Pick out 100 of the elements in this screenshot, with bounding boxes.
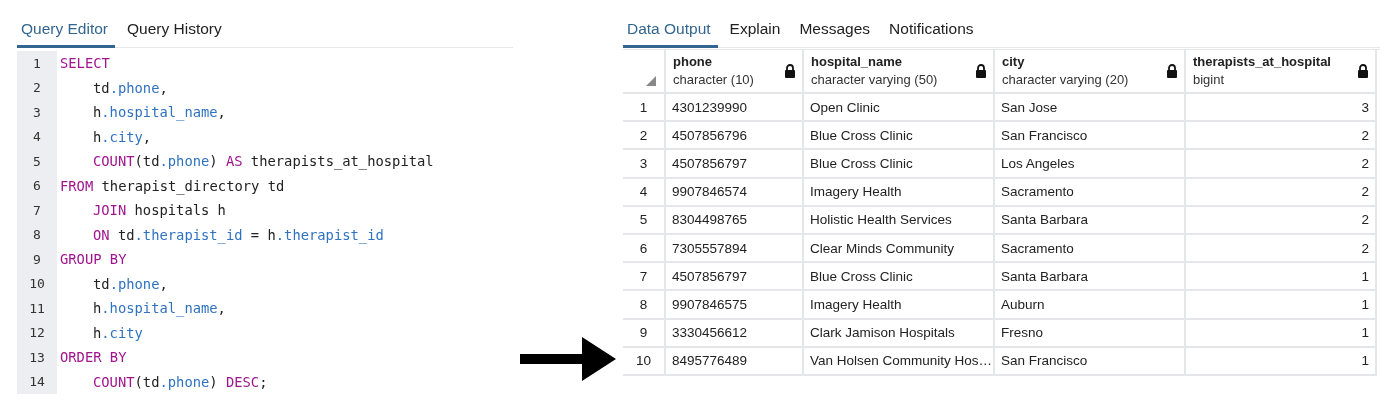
tab[interactable]: Query Editor [17,14,115,48]
table-cell: Sacramento [995,178,1186,207]
table-cell: San Francisco [995,122,1186,151]
line-number: 1 [17,51,57,76]
table-cell: Sacramento [995,234,1186,264]
code-line: GROUP BY [59,251,127,268]
line-number: 12 [17,320,57,345]
table-cell: Los Angeles [995,150,1186,179]
table-cell: 1 [1186,291,1377,320]
table-cell: Blue Cross Clinic [804,150,995,179]
table-cell: San Francisco [995,347,1186,376]
row-number: 10 [623,347,666,376]
table-cell: 1 [1186,263,1377,292]
row-number: 4 [623,178,666,207]
line-number: 8 [17,222,57,247]
code-line: h.city [92,324,143,341]
table-cell: 7305557894 [666,234,804,264]
table-cell: 8304498765 [666,206,804,235]
line-number: 3 [17,100,57,125]
arrow-icon [520,337,616,381]
line-number: 11 [17,296,57,321]
table-cell: 4507856797 [666,150,804,179]
code-line: td.phone, [92,275,168,292]
table-cell: 1 [1186,319,1377,348]
code-line: COUNT(td.phone) DESC; [92,373,268,390]
table-cell: San Jose [995,94,1186,123]
table-cell: Imagery Health [804,291,995,320]
tab[interactable]: Query History [123,14,229,48]
code-line: h.hospital_name, [92,300,226,317]
table-cell: Blue Cross Clinic [804,122,995,151]
lock-icon [1357,64,1369,78]
code-line: JOIN hospitals h [92,202,226,219]
table-cell: 4507856797 [666,263,804,292]
column-type: character varying (50) [811,71,938,89]
lock-icon [784,64,796,78]
code-line: COUNT(td.phone) AS therapists_at_hospital [92,153,434,170]
line-number: 14 [17,369,57,394]
column-header[interactable]: city character varying (20) [995,50,1186,94]
column-type: character varying (20) [1002,71,1129,89]
column-header[interactable]: therapists_at_hospital bigint [1186,50,1377,94]
table-cell: Clear Minds Community [804,234,995,264]
corner-triangle-icon [646,76,656,86]
table-cell: Clark Jamison Hospitals [804,319,995,348]
table-cell: 4507856796 [666,122,804,151]
column-name: phone [673,53,713,71]
row-number: 5 [623,206,666,235]
tab[interactable]: Explain [725,14,788,48]
table-cell: 2 [1186,234,1377,264]
line-number: 4 [17,124,57,149]
line-number: 2 [17,75,57,100]
table-cell: Blue Cross Clinic [804,263,995,292]
table-cell: Fresno [995,319,1186,348]
table-cell: Holistic Health Services [804,206,995,235]
line-number: 5 [17,149,57,174]
row-number: 7 [623,263,666,292]
tab[interactable]: Notifications [885,14,981,48]
column-name: hospital_name [811,53,904,71]
table-cell: 2 [1186,206,1377,235]
column-header[interactable]: phone character (10) [666,50,804,94]
table-cell: 9907846574 [666,178,804,207]
line-number: 13 [17,345,57,370]
table-cell: 4301239990 [666,94,804,123]
row-number: 3 [623,150,666,179]
line-number: 10 [17,271,57,296]
column-type: bigint [1193,71,1226,89]
table-cell: 8495776489 [666,347,804,376]
column-name: city [1002,53,1026,71]
code-line: FROM therapist_directory td [59,177,285,194]
table-cell: Santa Barbara [995,206,1186,235]
table-cell: 2 [1186,150,1377,179]
table-cell: Open Clinic [804,94,995,123]
column-name: therapists_at_hospital [1193,53,1331,71]
table-cell: 2 [1186,178,1377,207]
table-cell: 2 [1186,122,1377,151]
row-number: 2 [623,122,666,151]
table-cell: 3 [1186,94,1377,123]
code-line: td.phone, [92,79,168,96]
code-line: SELECT [59,55,110,72]
row-number: 9 [623,319,666,348]
row-number: 6 [623,234,666,264]
table-cell: Santa Barbara [995,263,1186,292]
tab[interactable]: Messages [795,14,878,48]
line-number: 6 [17,173,57,198]
lock-icon [1166,64,1178,78]
lock-icon [975,64,987,78]
line-number: 7 [17,198,57,223]
column-type: character (10) [673,71,754,89]
code-line: ORDER BY [59,349,127,366]
row-number: 8 [623,291,666,320]
line-number: 9 [17,247,57,272]
tab[interactable]: Data Output [623,14,718,48]
code-line: h.city, [92,128,152,145]
table-cell: 3330456612 [666,319,804,348]
table-cell: Van Holsen Community Hos… [804,347,995,376]
table-cell: 1 [1186,347,1377,376]
table-cell: Auburn [995,291,1186,320]
column-header[interactable]: hospital_name character varying (50) [804,50,995,94]
row-number: 1 [623,94,666,123]
table-cell: Imagery Health [804,178,995,207]
table-cell: 9907846575 [666,291,804,320]
